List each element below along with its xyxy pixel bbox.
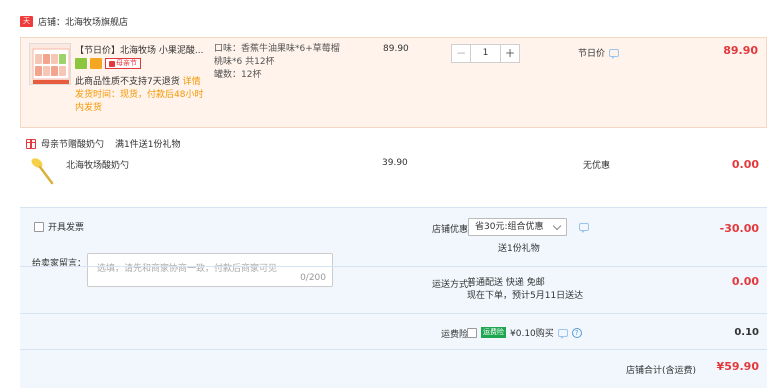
invoice-checkbox[interactable]	[34, 221, 44, 232]
item-total: 89.90	[723, 44, 758, 57]
discount-chat-icon[interactable]	[579, 223, 589, 233]
no-return-note: 此商品性质不支持7天退货	[75, 77, 180, 87]
product-thumbnail[interactable]	[29, 43, 71, 85]
gift-unit-price: 39.90	[382, 158, 408, 168]
insurance-label: 运费险：	[440, 330, 477, 340]
gift-icon	[26, 138, 36, 149]
invoice-label: 开具发票	[48, 223, 85, 233]
discount-select-value: 省30元:组合优惠	[475, 222, 544, 232]
gift-total: 0.00	[731, 158, 759, 171]
product-options: 口味：香蕉牛油果味*6+草莓榴 桃味*6 共12杯 罐数：12杯	[214, 43, 364, 82]
chevron-down-icon	[552, 221, 562, 231]
spoon-image	[31, 158, 54, 185]
insurance-amount: 0.10	[734, 327, 759, 338]
message-label: 给卖家留言：	[32, 259, 87, 269]
quantity-stepper: − 1 +	[451, 44, 520, 63]
shipping-label: 运送方式：	[431, 280, 477, 290]
discount-label: 店铺优惠：	[431, 225, 477, 235]
shipping-info: 普通配送 快递 免邮 现在下单，预计5月11日送达	[467, 277, 583, 303]
tag-gift-icon	[109, 60, 115, 67]
insurance-price: ¥0.10购买	[510, 329, 554, 339]
store-header: 天猫 店铺：北海牧场旗舰店	[20, 14, 128, 36]
order-options-panel: 开具发票 给卖家留言： 选填，请先和商家协商一致，付款后商家可见 0/200 店…	[20, 207, 767, 388]
option-flavor-cont: 桃味*6 共12杯	[214, 57, 275, 67]
product-tags: 母亲节	[75, 58, 141, 69]
insurance-option: 运费险 ¥0.10购买 ?	[467, 326, 582, 339]
insurance-badge: 运费险	[481, 327, 506, 338]
option-cups: 罐数：12杯	[214, 70, 262, 80]
gift-thumbnail[interactable]	[28, 155, 58, 187]
cart-item-gift: 北海牧场酸奶勺 39.90 无优惠 0.00	[20, 149, 767, 193]
discount-select[interactable]: 省30元:组合优惠	[468, 218, 567, 236]
unit-price: 89.90	[383, 44, 409, 54]
invoice-option[interactable]: 开具发票	[34, 220, 84, 233]
option-flavor: 口味：香蕉牛油果味*6+草莓榴	[214, 44, 340, 54]
message-placeholder: 选填，请先和商家协商一致，付款后商家可见	[97, 264, 278, 274]
seller-message-field[interactable]: 选填，请先和商家协商一致，付款后商家可见 0/200	[87, 253, 333, 287]
delivery-time-note: 发货时间：现货，付款后48小时内发货	[75, 90, 204, 113]
quantity-input[interactable]: 1	[471, 45, 500, 62]
shipping-method: 普通配送 快递 免邮	[467, 278, 545, 288]
divider	[20, 349, 767, 350]
gift-item-title[interactable]: 北海牧场酸奶勺	[66, 158, 129, 171]
store-name[interactable]: 店铺：北海牧场旗舰店	[38, 15, 128, 28]
shipping-amount: 0.00	[731, 275, 759, 288]
insurance-checkbox[interactable]	[467, 327, 477, 338]
message-char-count: 0/200	[300, 273, 326, 283]
discount-amount: -30.00	[719, 222, 759, 235]
item-promo: 节日价	[578, 46, 620, 59]
quantity-decrease-button[interactable]: −	[452, 45, 471, 62]
divider	[20, 313, 767, 314]
store-total-label: 店铺合计(含运费)	[626, 366, 697, 376]
coin-tag-icon	[90, 58, 102, 69]
divider	[20, 266, 767, 267]
quantity-increase-button[interactable]: +	[500, 45, 519, 62]
promo-label: 节日价	[578, 49, 606, 59]
cart-item-main: 【节日价】北海牧场 小果泥酸... 母亲节 此商品性质不支持7天退货 详情 发货…	[20, 37, 767, 128]
gift-promo: 无优惠	[583, 161, 611, 171]
tmall-store-icon: 天猫	[20, 15, 33, 36]
mothers-day-tag: 母亲节	[105, 58, 141, 69]
yogurt-product-image	[30, 44, 70, 84]
help-icon[interactable]: ?	[571, 327, 582, 338]
store-total-amount: ¥59.90	[716, 360, 759, 373]
shipping-eta: 现在下单，预计5月11日送达	[467, 291, 584, 301]
product-title[interactable]: 【节日价】北海牧场 小果泥酸...	[75, 43, 213, 56]
discount-gift-note: 送1份礼物	[498, 244, 540, 254]
product-notes: 此商品性质不支持7天退货 详情 发货时间：现货，付款后48小时内发货	[75, 76, 207, 115]
insurance-chat-icon[interactable]	[557, 328, 568, 339]
details-link[interactable]: 详情	[183, 77, 201, 87]
chat-icon[interactable]	[609, 48, 620, 59]
service-tag-icon	[75, 58, 87, 69]
